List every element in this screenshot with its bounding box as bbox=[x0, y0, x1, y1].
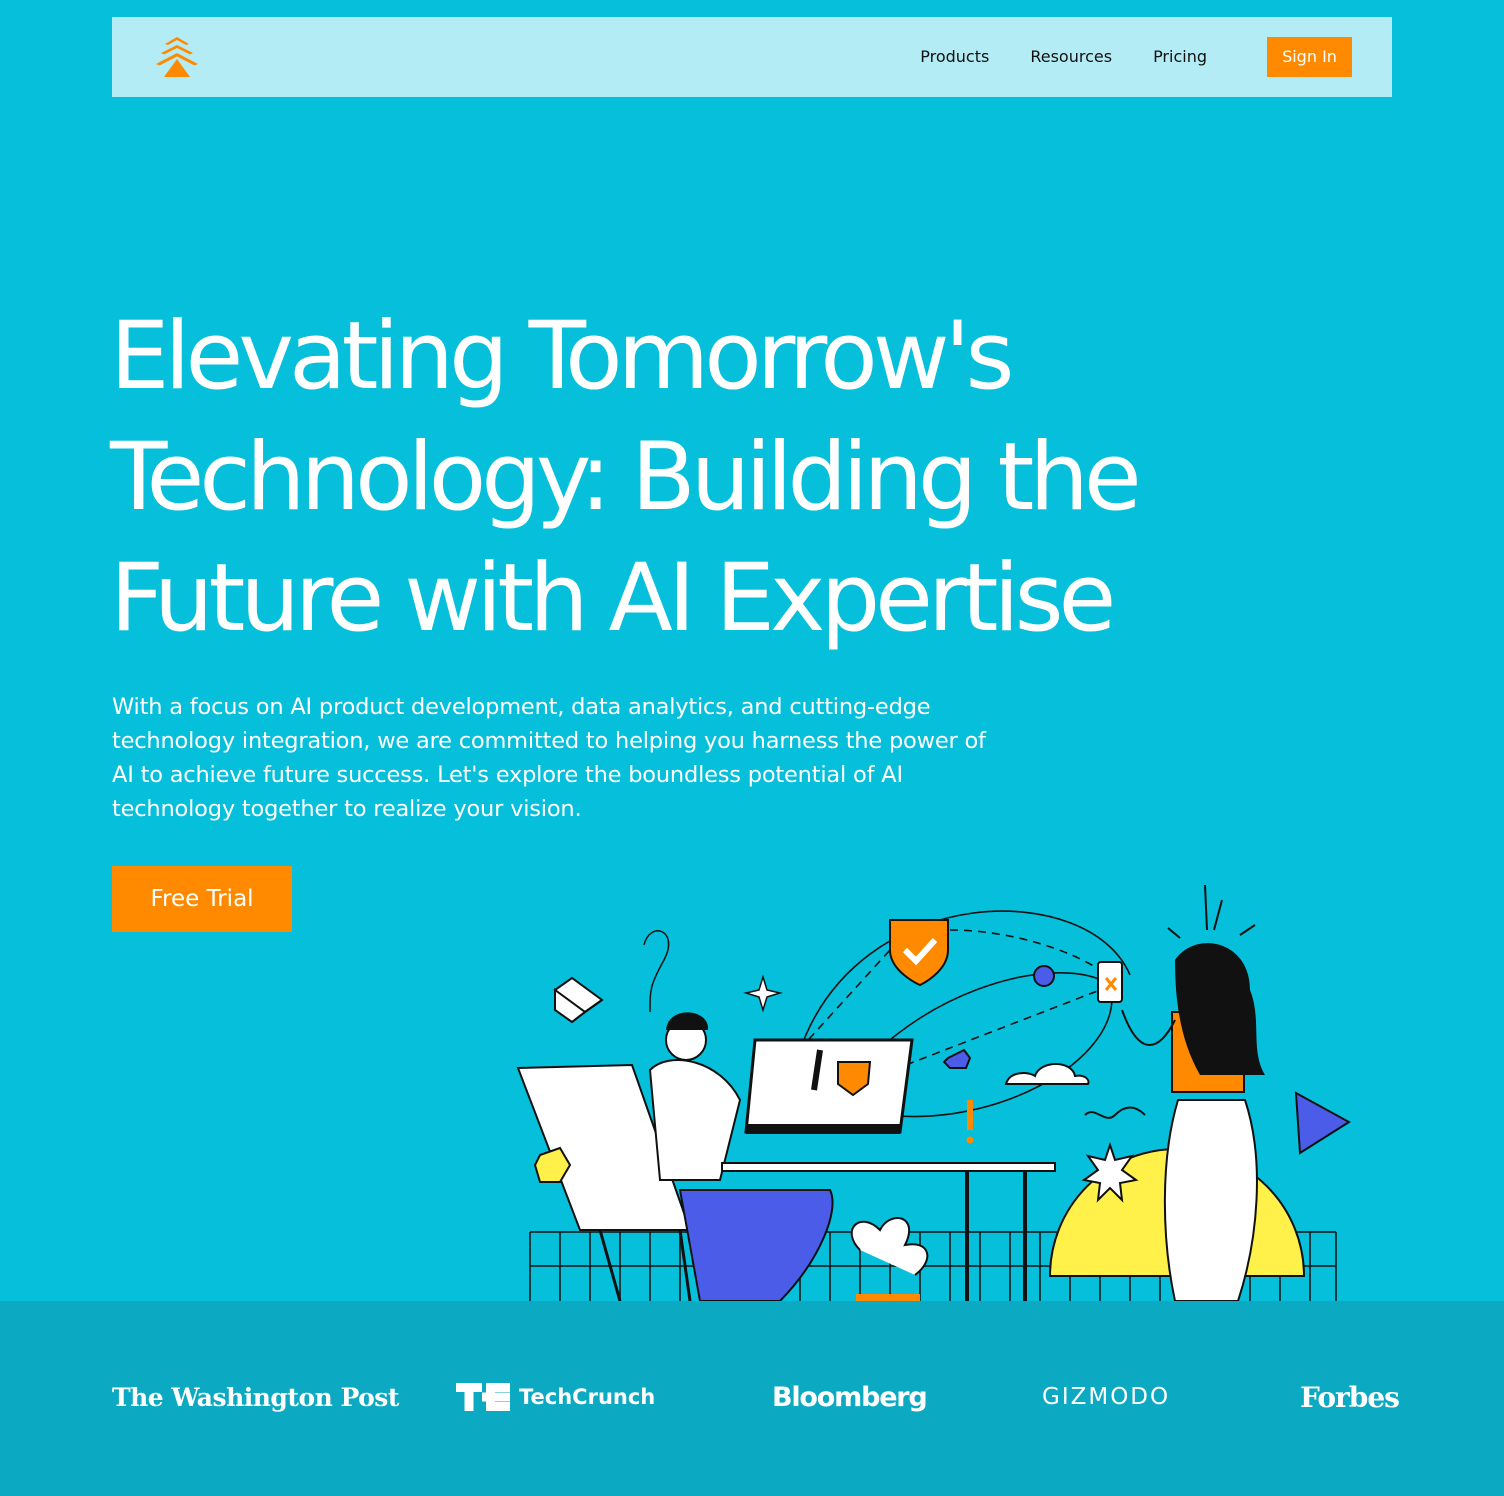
nav-link-pricing[interactable]: Pricing bbox=[1153, 37, 1207, 77]
nav-links: Products Resources Pricing Sign In bbox=[920, 37, 1352, 77]
press-logo-techcrunch: TechCrunch bbox=[456, 1379, 655, 1415]
techcrunch-mark-icon bbox=[456, 1383, 510, 1411]
press-logo-washington-post: The Washington Post bbox=[112, 1382, 399, 1412]
press-logos-band: The Washington Post TechCrunch Bloomberg… bbox=[0, 1301, 1504, 1496]
cube-shape bbox=[553, 976, 604, 1024]
nav-link-resources[interactable]: Resources bbox=[1030, 37, 1112, 77]
nav-link-products[interactable]: Products bbox=[920, 37, 989, 77]
monitor bbox=[744, 1038, 914, 1134]
press-logo-techcrunch-text: TechCrunch bbox=[519, 1385, 656, 1409]
navbar: Products Resources Pricing Sign In bbox=[112, 17, 1392, 97]
sign-in-button[interactable]: Sign In bbox=[1267, 37, 1352, 77]
hero-description: With a focus on AI product development, … bbox=[112, 694, 986, 822]
hero-title: Elevating Tomorrow's Technology: Buildin… bbox=[110, 302, 1142, 653]
woman-figure bbox=[1163, 1099, 1258, 1301]
press-logo-bloomberg: Bloomberg bbox=[772, 1381, 928, 1413]
cloud-shape bbox=[1004, 1063, 1090, 1085]
hero-illustration bbox=[516, 884, 1351, 1301]
paper-plane bbox=[1294, 1091, 1351, 1155]
press-logo-forbes: Forbes bbox=[1300, 1380, 1400, 1414]
pine-tree-logo-icon[interactable] bbox=[152, 35, 202, 79]
sparkle-icon bbox=[743, 974, 783, 1013]
desk bbox=[721, 1162, 1056, 1172]
shield-check-icon bbox=[889, 919, 949, 987]
press-logo-gizmodo: GIZMODO bbox=[1042, 1384, 1171, 1410]
free-trial-button[interactable]: Free Trial bbox=[112, 866, 292, 932]
